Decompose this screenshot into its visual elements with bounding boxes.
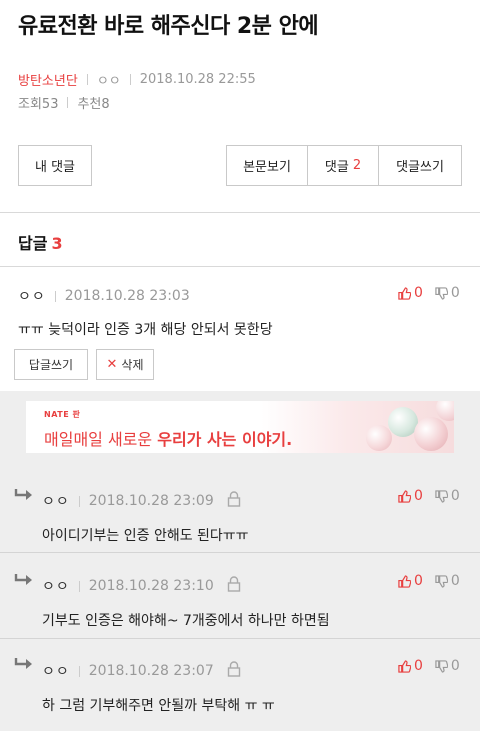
close-icon: ✕: [106, 357, 118, 372]
reply-arrow-icon: [14, 574, 32, 585]
upvote-button[interactable]: 0: [398, 285, 423, 301]
divider: [67, 97, 69, 108]
reply-arrow-icon: [14, 658, 32, 669]
comment-datetime: 2018.10.28 23:03: [64, 288, 190, 304]
upvote-button[interactable]: 0: [398, 573, 423, 589]
post-author[interactable]: 방탄소년단: [18, 70, 78, 89]
sub-comment-meta: ㅇㅇ 2018.10.28 23:10: [42, 576, 214, 596]
reply-arrow-icon: [14, 489, 32, 500]
sub-comment-votes: 0 0: [398, 573, 460, 589]
reply-write-button[interactable]: 답글쓰기: [14, 349, 88, 380]
downvote-button[interactable]: 0: [435, 488, 460, 504]
delete-button[interactable]: ✕ 삭제: [96, 349, 154, 380]
view-body-label: 본문보기: [243, 160, 291, 175]
write-comment-button[interactable]: 댓글쓰기: [378, 145, 462, 186]
sub-comment-votes: 0 0: [398, 658, 460, 674]
thumbs-up-icon: [398, 286, 411, 300]
upvote-button[interactable]: 0: [398, 658, 423, 674]
sub-comment-votes: 0 0: [398, 488, 460, 504]
downvote-button[interactable]: 0: [435, 285, 460, 301]
sub-comment-nickname: ㅇㅇ: [42, 579, 70, 595]
downvote-count: 0: [450, 488, 460, 504]
sub-comment-text: 기부도 인증은 해야해~ 7개중에서 하나만 하면됨: [42, 613, 330, 629]
ad-banner[interactable]: NATE 판 매일매일 새로운 우리가 사는 이야기.: [26, 401, 454, 453]
sub-comment-text: 아이디기부는 인증 안해도 된다ㅠㅠ: [42, 528, 249, 544]
thumbs-up-icon: [398, 489, 411, 503]
downvote-count: 0: [450, 658, 460, 674]
comment-text: ㅠㅠ 늦덕이라 인증 3개 해당 안되서 못한당: [18, 322, 273, 338]
delete-label: 삭제: [121, 358, 144, 372]
upvote-count: 0: [414, 488, 423, 504]
lock-icon: [227, 491, 241, 507]
replies-label: 답글: [18, 234, 48, 253]
downvote-button[interactable]: 0: [435, 658, 460, 674]
sub-comment-meta: ㅇㅇ 2018.10.28 23:09: [42, 491, 214, 511]
lock-icon: [227, 576, 241, 592]
post-title: 유료전환 바로 해주신다 2분 안에: [18, 14, 319, 39]
ad-brand: NATE 판: [44, 410, 81, 419]
ad-copy-normal: 매일매일 새로운: [44, 430, 153, 449]
sub-comment-datetime: 2018.10.28 23:10: [88, 578, 214, 594]
upvote-button[interactable]: 0: [398, 488, 423, 504]
divider: [54, 290, 56, 302]
thumbs-up-icon: [398, 574, 411, 588]
comments-button[interactable]: 댓글 2: [307, 145, 379, 186]
thumbs-down-icon: [435, 574, 448, 588]
ad-copy-bold: 우리가 사는 이야기.: [157, 430, 293, 449]
sub-comment-row: [0, 639, 480, 731]
comment-votes: 0 0: [398, 285, 460, 301]
divider: [78, 580, 80, 592]
comment-nickname: ㅇㅇ: [18, 289, 46, 305]
lock-icon: [227, 661, 241, 677]
thumbs-down-icon: [435, 489, 448, 503]
thumbs-down-icon: [435, 659, 448, 673]
section-divider: [0, 212, 480, 213]
view-body-button[interactable]: 본문보기: [226, 145, 308, 186]
thumbs-up-icon: [398, 659, 411, 673]
sub-comment-datetime: 2018.10.28 23:07: [88, 663, 214, 679]
comments-label: 댓글: [324, 160, 349, 175]
sub-comment-meta: ㅇㅇ 2018.10.28 23:07: [42, 661, 214, 681]
post-meta: 방탄소년단 ㅇㅇ 2018.10.28 22:55: [18, 70, 256, 89]
divider: [86, 74, 88, 85]
my-comments-button[interactable]: 내 댓글: [18, 145, 92, 186]
post-views: 조회53: [18, 97, 59, 112]
sub-comment-text: 하 그럼 기부해주면 안될까 부탁해 ㅠ ㅠ: [42, 698, 275, 714]
post-nickname: ㅇㅇ: [96, 74, 121, 89]
comments-count: 2: [352, 158, 362, 173]
sub-comment-nickname: ㅇㅇ: [42, 494, 70, 510]
divider: [78, 495, 80, 507]
comment-meta: ㅇㅇ 2018.10.28 23:03: [18, 286, 190, 306]
sub-comment-nickname: ㅇㅇ: [42, 664, 70, 680]
downvote-button[interactable]: 0: [435, 573, 460, 589]
pearl-image: [414, 417, 448, 451]
ad-copy: 매일매일 새로운 우리가 사는 이야기.: [44, 426, 292, 450]
my-comments-label: 내 댓글: [34, 160, 75, 175]
sub-comment-datetime: 2018.10.28 23:09: [88, 493, 214, 509]
replies-header: 답글 3: [18, 230, 63, 254]
upvote-count: 0: [414, 658, 423, 674]
downvote-count: 0: [450, 285, 460, 301]
divider: [129, 74, 131, 85]
reply-write-label: 답글쓰기: [28, 358, 74, 372]
section-divider: [0, 266, 480, 267]
post-datetime: 2018.10.28 22:55: [139, 72, 256, 87]
thumbs-down-icon: [435, 286, 448, 300]
replies-count: 3: [51, 234, 63, 253]
write-comment-label: 댓글쓰기: [396, 160, 444, 175]
pearl-image: [366, 425, 392, 451]
downvote-count: 0: [450, 573, 460, 589]
upvote-count: 0: [414, 285, 423, 301]
divider: [78, 665, 80, 677]
post-recommend: 추천8: [77, 97, 110, 112]
post-stats: 조회53 추천8: [18, 93, 110, 112]
upvote-count: 0: [414, 573, 423, 589]
